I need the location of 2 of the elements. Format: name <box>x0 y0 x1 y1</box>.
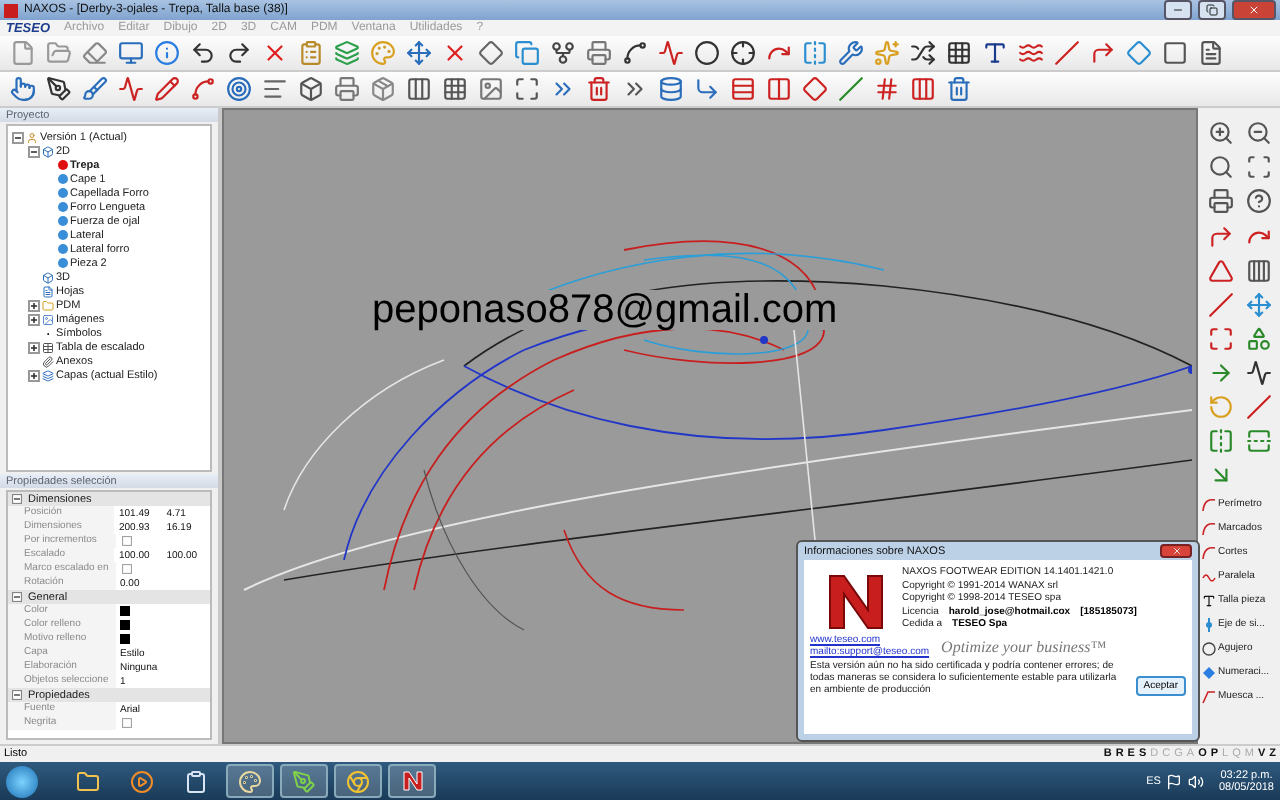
overlay-text: peponaso878@gmail.com <box>372 290 838 330</box>
slogan: Optimize your business™ <box>941 637 1107 655</box>
